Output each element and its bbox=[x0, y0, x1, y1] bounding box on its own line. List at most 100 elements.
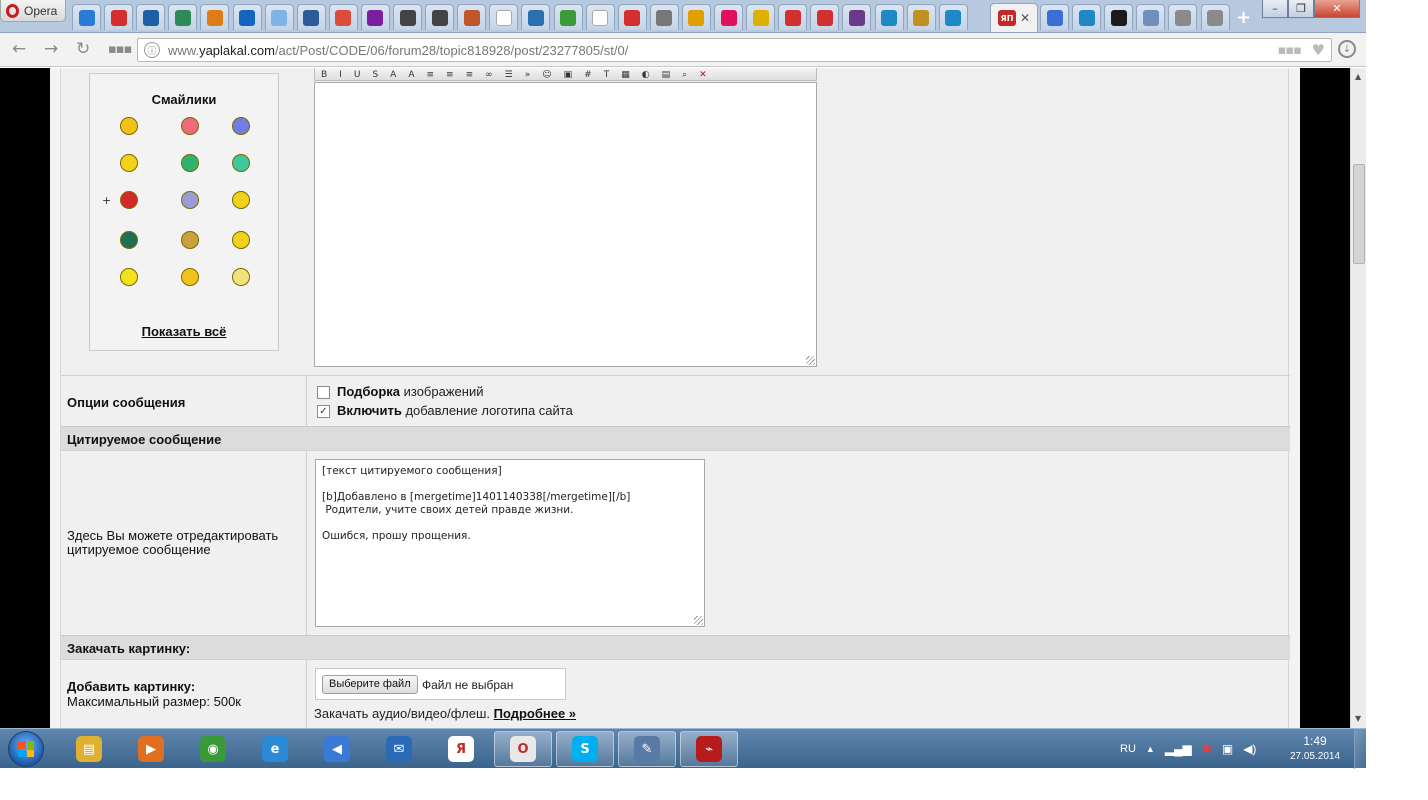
browser-tab[interactable] bbox=[617, 4, 647, 30]
browser-tab[interactable] bbox=[328, 4, 358, 30]
scroll-thumb[interactable] bbox=[1353, 164, 1365, 264]
editor-toolbar-button[interactable]: U bbox=[354, 71, 361, 80]
browser-tab[interactable] bbox=[778, 4, 808, 30]
scroll-down-icon[interactable]: ▼ bbox=[1355, 714, 1361, 723]
more-info-link[interactable]: Подробнее » bbox=[494, 706, 576, 721]
browser-tab[interactable] bbox=[264, 4, 294, 30]
volume-icon[interactable]: ◀) bbox=[1243, 742, 1256, 756]
taskbar-app-button[interactable]: O bbox=[494, 731, 552, 767]
site-info-icon[interactable]: ⓘ bbox=[144, 42, 160, 58]
clap-smiley-icon[interactable] bbox=[181, 231, 199, 249]
editor-toolbar-button[interactable]: ☺ bbox=[542, 71, 551, 80]
editor-toolbar-button[interactable]: # bbox=[584, 71, 592, 80]
browser-tab[interactable] bbox=[810, 4, 840, 30]
downloads-icon[interactable]: ↓ bbox=[1338, 40, 1356, 58]
browser-tab[interactable] bbox=[1200, 4, 1230, 30]
reload-icon[interactable]: ↻ bbox=[76, 39, 90, 59]
forward-arrow-icon[interactable]: → bbox=[44, 39, 58, 59]
browser-tab[interactable] bbox=[938, 4, 968, 30]
device-icon[interactable]: ▣ bbox=[1222, 742, 1233, 756]
editor-toolbar-button[interactable]: ▦ bbox=[621, 71, 630, 80]
laugh-smiley-icon[interactable] bbox=[181, 268, 199, 286]
browser-tab[interactable] bbox=[553, 4, 583, 30]
editor-toolbar-button[interactable]: ≡ bbox=[427, 71, 435, 80]
scared-smiley-icon[interactable] bbox=[232, 191, 250, 209]
browser-tab[interactable] bbox=[1104, 4, 1134, 30]
taskbar-app-button[interactable]: ▤ bbox=[60, 731, 118, 767]
star-smiley-icon[interactable] bbox=[232, 268, 250, 286]
logo-checkbox[interactable]: ✓ bbox=[317, 405, 330, 418]
resize-handle-icon[interactable] bbox=[806, 356, 815, 365]
tab-active[interactable]: ЯП ✕ bbox=[990, 3, 1038, 32]
network-warning-icon[interactable]: ✖ bbox=[1202, 742, 1212, 756]
browser-tab[interactable] bbox=[874, 4, 904, 30]
address-bar[interactable]: ⓘ www.yaplakal.com/act/Post/CODE/06/foru… bbox=[137, 38, 1332, 62]
browser-tab[interactable] bbox=[681, 4, 711, 30]
browser-tab[interactable] bbox=[489, 4, 519, 30]
message-textarea[interactable] bbox=[314, 82, 817, 367]
heart-icon[interactable]: ♥ bbox=[1312, 41, 1325, 59]
dark-smiley-icon[interactable] bbox=[120, 231, 138, 249]
editor-toolbar-button[interactable]: ⌕ bbox=[682, 71, 687, 80]
taskbar-app-button[interactable]: e bbox=[246, 731, 304, 767]
editor-toolbar-button[interactable]: T bbox=[604, 71, 610, 80]
minimize-button[interactable]: – bbox=[1262, 0, 1288, 18]
green-smiley-icon[interactable] bbox=[232, 154, 250, 172]
new-tab-button[interactable]: + bbox=[1236, 7, 1251, 28]
show-all-smilies-link[interactable]: Показать всё bbox=[90, 324, 278, 339]
opera-menu-button[interactable]: Opera bbox=[0, 0, 66, 22]
editor-toolbar-button[interactable]: I bbox=[339, 71, 342, 80]
choose-file-button[interactable]: Выберите файл bbox=[322, 675, 418, 694]
quote-textarea[interactable]: [текст цитируемого сообщения] [b]Добавле… bbox=[315, 459, 705, 627]
browser-tab[interactable] bbox=[1168, 4, 1198, 30]
editor-toolbar-button[interactable]: ▣ bbox=[564, 71, 573, 80]
editor-toolbar-button[interactable]: ▤ bbox=[662, 71, 671, 80]
sad-blue-smiley-icon[interactable] bbox=[232, 117, 250, 135]
browser-tab[interactable] bbox=[72, 4, 101, 30]
browser-tab[interactable] bbox=[521, 4, 551, 30]
editor-toolbar-button[interactable]: » bbox=[525, 71, 531, 80]
editor-toolbar-button[interactable]: ☰ bbox=[505, 71, 513, 80]
clock[interactable]: 1:49 27.05.2014 bbox=[1280, 734, 1350, 762]
tray-expand-icon[interactable]: ▲ bbox=[1146, 744, 1155, 754]
browser-tab[interactable] bbox=[1136, 4, 1166, 30]
tab-close-icon[interactable]: ✕ bbox=[1020, 11, 1030, 25]
browser-tab[interactable] bbox=[649, 4, 679, 30]
show-desktop-button[interactable] bbox=[1354, 729, 1366, 769]
scroll-up-icon[interactable]: ▲ bbox=[1355, 72, 1361, 81]
editor-toolbar-button[interactable]: ≡ bbox=[446, 71, 454, 80]
browser-tab[interactable] bbox=[457, 4, 487, 30]
taskbar-app-button[interactable]: ✉ bbox=[370, 731, 428, 767]
maximize-button[interactable]: ❐ bbox=[1288, 0, 1314, 18]
resize-handle-icon[interactable] bbox=[694, 616, 703, 625]
love-smiley-icon[interactable] bbox=[181, 117, 199, 135]
editor-toolbar-button[interactable]: ✕ bbox=[699, 71, 707, 80]
browser-tab[interactable] bbox=[714, 4, 743, 30]
taskbar-app-button[interactable]: ▶ bbox=[122, 731, 180, 767]
image-set-checkbox[interactable] bbox=[317, 386, 330, 399]
browser-tab[interactable] bbox=[1072, 4, 1102, 30]
pencil-smiley-icon[interactable] bbox=[120, 268, 138, 286]
browser-tab[interactable] bbox=[425, 4, 455, 30]
browser-tab[interactable] bbox=[360, 4, 390, 30]
browser-tab[interactable] bbox=[585, 4, 615, 30]
browser-tab[interactable] bbox=[232, 4, 262, 30]
back-arrow-icon[interactable]: ← bbox=[12, 39, 26, 59]
browser-tab[interactable] bbox=[296, 4, 326, 30]
boxing-smiley-icon[interactable] bbox=[120, 191, 138, 209]
browser-tab[interactable] bbox=[746, 4, 776, 30]
speed-dial-grid-icon[interactable]: ▪▪▪ bbox=[108, 42, 132, 57]
browser-tab[interactable] bbox=[393, 4, 422, 30]
taskbar-app-button[interactable]: S bbox=[556, 731, 614, 767]
taskbar-app-button[interactable]: ✎ bbox=[618, 731, 676, 767]
taskbar-app-button[interactable]: ◀ bbox=[308, 731, 366, 767]
taskbar-app-button[interactable]: ⌁ bbox=[680, 731, 738, 767]
browser-tab[interactable] bbox=[200, 4, 230, 30]
close-window-button[interactable]: ✕ bbox=[1314, 0, 1360, 18]
browser-tab[interactable] bbox=[906, 4, 936, 30]
editor-toolbar-button[interactable]: ∞ bbox=[485, 71, 493, 80]
editor-toolbar-button[interactable]: A bbox=[408, 71, 414, 80]
cool-smiley-icon[interactable] bbox=[120, 117, 138, 135]
editor-toolbar-button[interactable]: S bbox=[372, 71, 378, 80]
cheer-smiley-icon[interactable] bbox=[181, 191, 199, 209]
